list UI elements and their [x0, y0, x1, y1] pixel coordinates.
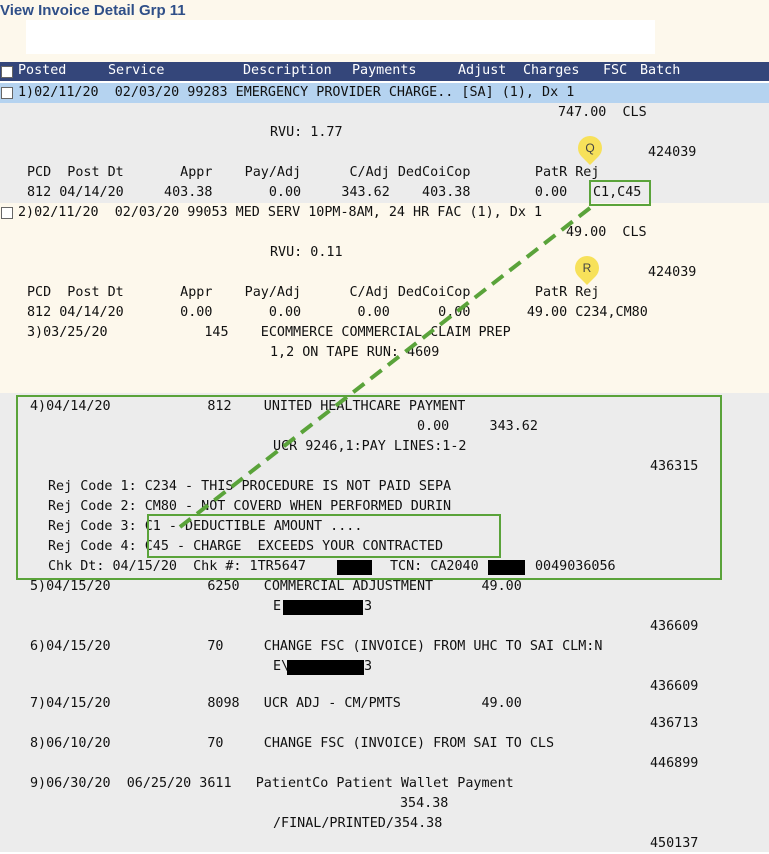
- connector-arrow: [178, 206, 592, 529]
- connector-dashed-line: [178, 206, 592, 529]
